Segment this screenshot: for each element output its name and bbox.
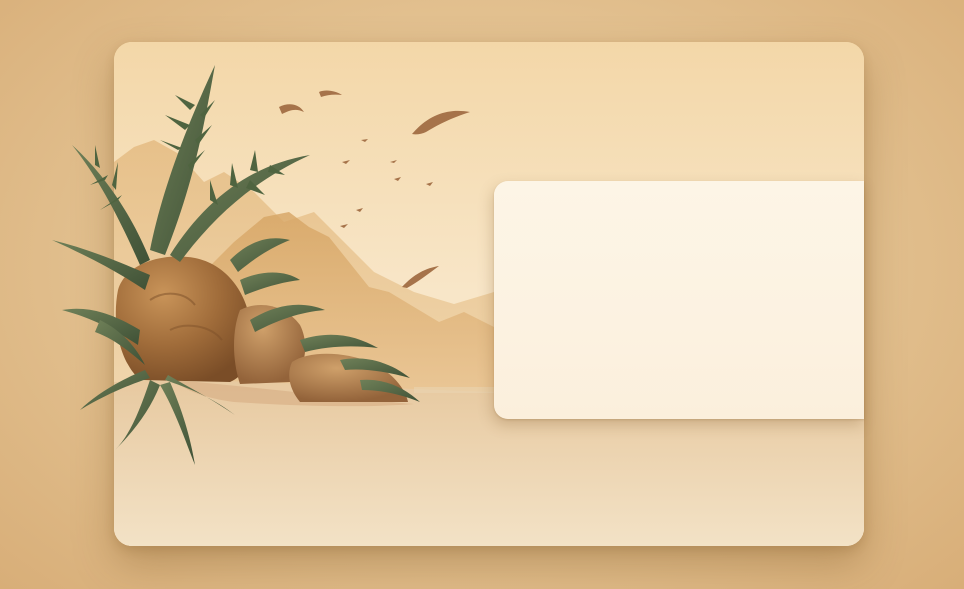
content-panel <box>494 181 864 419</box>
